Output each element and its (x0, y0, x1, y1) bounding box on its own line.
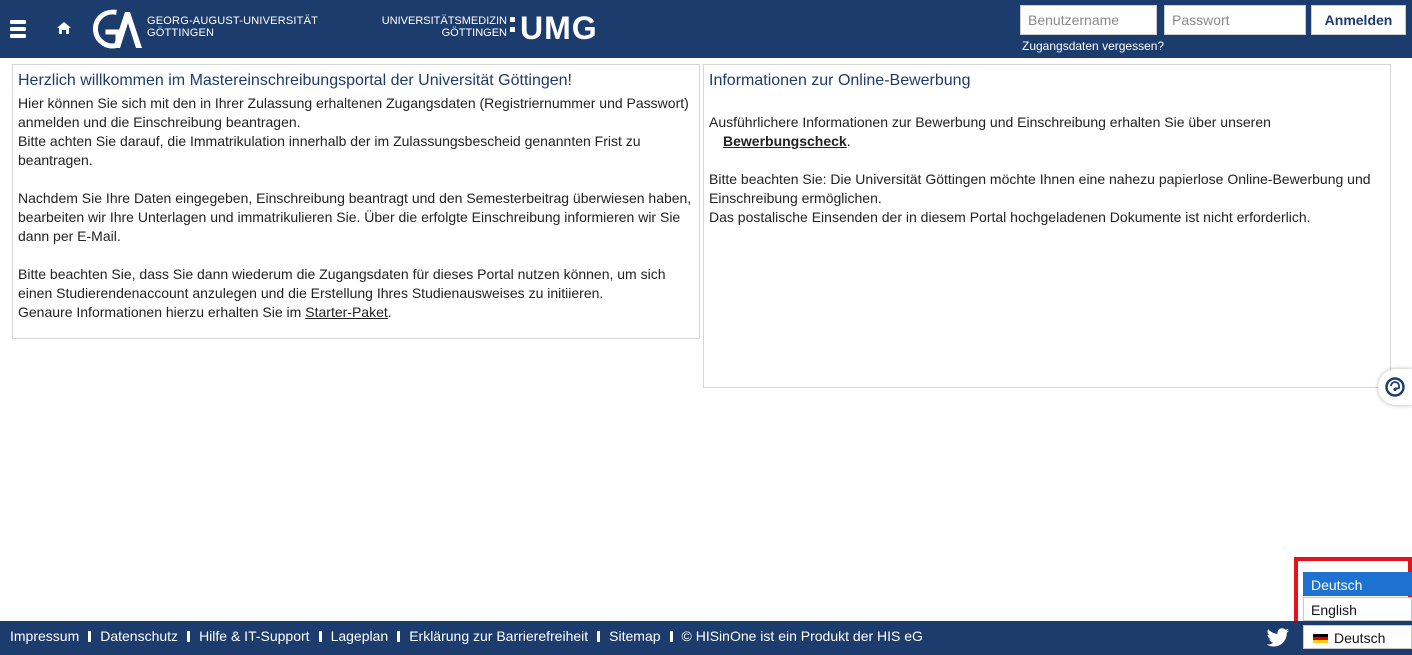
language-dropdown[interactable]: Deutsch English (1303, 572, 1412, 622)
university-name-line2: GÖTTINGEN (147, 27, 215, 39)
university-name[interactable]: GEORG-AUGUST-UNIVERSITÄT GÖTTINGEN (147, 15, 318, 39)
welcome-paragraph-5: Genaure Informationen hierzu erhalten Si… (18, 303, 694, 322)
footer-link-datenschutz[interactable]: Datenschutz (100, 628, 178, 644)
footer-links: Impressum Datenschutz Hilfe & IT-Support La… (10, 628, 923, 644)
umg-logo[interactable]: UMG (520, 12, 598, 44)
info-paragraph-1: Ausführlichere Informationen zur Bewerbu… (709, 114, 1271, 130)
umg-line2: GÖTTINGEN (441, 27, 507, 39)
username-input[interactable] (1020, 5, 1157, 35)
university-logo-icon[interactable] (88, 8, 144, 50)
forgot-credentials-link[interactable]: Zugangsdaten vergessen? (1022, 39, 1164, 53)
bewerbungscheck-link[interactable]: Bewerbungscheck (723, 133, 847, 149)
home-icon[interactable] (56, 20, 72, 36)
separator (397, 631, 401, 642)
password-input[interactable] (1164, 5, 1306, 35)
language-selector[interactable]: Deutsch (1303, 625, 1412, 649)
umg-colon-mark (510, 17, 516, 41)
umg-logo-text[interactable]: UNIVERSITÄTSMEDIZIN GÖTTINGEN (370, 15, 507, 39)
language-current[interactable]: Deutsch (1303, 625, 1412, 649)
accessibility-icon (1385, 377, 1405, 397)
footer-link-barrierefreiheit[interactable]: Erklärung zur Barrierefreiheit (409, 628, 588, 644)
university-name-line1: GEORG-AUGUST-UNIVERSITÄT (147, 15, 319, 27)
separator (187, 631, 191, 642)
accessibility-button[interactable] (1378, 369, 1412, 405)
language-option-english[interactable]: English (1303, 597, 1412, 621)
footer-bar: Impressum Datenschutz Hilfe & IT-Support La… (0, 621, 1412, 655)
language-current-label: Deutsch (1334, 630, 1386, 646)
footer-link-impressum[interactable]: Impressum (10, 628, 79, 644)
separator (88, 631, 92, 642)
footer-link-hilfe[interactable]: Hilfe & IT-Support (199, 628, 310, 644)
info-paragraph-2: Bitte beachten Sie: Die Universität Gött… (709, 171, 1371, 206)
welcome-paragraph-1: Hier können Sie sich mit den in Ihrer Zu… (18, 95, 689, 130)
welcome-panel: Herzlich willkommen im Mastereinschreibu… (12, 64, 700, 339)
login-button[interactable]: Anmelden (1311, 5, 1406, 35)
twitter-icon[interactable] (1266, 628, 1290, 648)
starter-paket-link[interactable]: Starter-Paket (305, 304, 387, 320)
footer-link-lageplan[interactable]: Lageplan (331, 628, 389, 644)
starter-text: Genaure Informationen hierzu erhalten Si… (18, 304, 302, 320)
language-option-deutsch[interactable]: Deutsch (1303, 572, 1412, 596)
umg-line1: UNIVERSITÄTSMEDIZIN (381, 15, 507, 27)
separator (318, 631, 322, 642)
starter-suffix: . (387, 304, 392, 320)
separator (597, 631, 601, 642)
separator (669, 631, 673, 642)
menu-icon[interactable] (10, 20, 26, 38)
welcome-title: Herzlich willkommen im Mastereinschreibu… (18, 72, 572, 89)
bewerbungscheck-line: Bewerbungscheck. (709, 132, 1385, 151)
bewerbungscheck-suffix: . (846, 133, 851, 149)
footer-link-sitemap[interactable]: Sitemap (609, 628, 660, 644)
online-application-title: Informationen zur Online-Bewerbung (709, 72, 971, 89)
online-application-panel: Informationen zur Online-Bewerbung Ausfü… (703, 64, 1391, 388)
footer-link-copyright[interactable]: © HISinOne ist ein Produkt der HIS eG (682, 628, 923, 644)
welcome-paragraph-3: Nachdem Sie Ihre Daten eingegeben, Einsc… (18, 190, 692, 244)
welcome-paragraph-2: Bitte achten Sie darauf, die Immatrikula… (18, 133, 641, 168)
welcome-paragraph-4: Bitte beachten Sie, dass Sie dann wieder… (18, 266, 666, 301)
top-header: GEORG-AUGUST-UNIVERSITÄT GÖTTINGEN UNIVE… (0, 0, 1412, 58)
german-flag-icon (1313, 634, 1328, 643)
postal-notice: Das postalische Einsenden der in diesem … (709, 209, 1311, 225)
